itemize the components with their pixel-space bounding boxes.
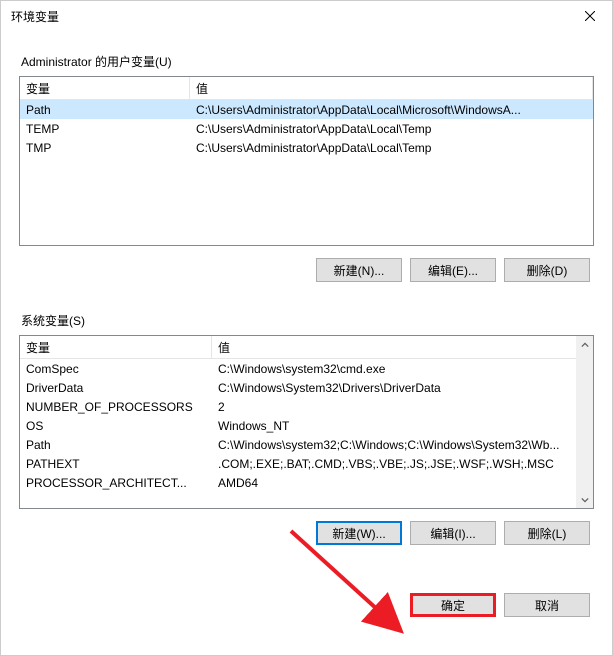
system-edit-button[interactable]: 编辑(I)... (410, 521, 496, 545)
table-row[interactable]: DriverData C:\Windows\System32\Drivers\D… (20, 378, 593, 397)
system-buttons-row: 新建(W)... 编辑(I)... 删除(L) (19, 521, 590, 545)
cell-variable: TEMP (20, 121, 190, 137)
table-row[interactable]: TMP C:\Users\Administrator\AppData\Local… (20, 138, 593, 157)
footer-buttons-row: 确定 取消 (19, 593, 590, 617)
cell-value: C:\Windows\system32\cmd.exe (212, 361, 593, 377)
cell-variable: PROCESSOR_ARCHITECT... (20, 475, 212, 491)
table-row[interactable]: TEMP C:\Users\Administrator\AppData\Loca… (20, 119, 593, 138)
cell-value: C:\Windows\system32;C:\Windows;C:\Window… (212, 437, 593, 453)
cell-variable: TMP (20, 140, 190, 156)
cell-variable: ComSpec (20, 361, 212, 377)
scroll-up-button[interactable] (576, 336, 593, 353)
chevron-down-icon (581, 496, 589, 504)
system-variables-list[interactable]: 变量 值 ComSpec C:\Windows\system32\cmd.exe… (19, 335, 594, 509)
cell-variable: PATHEXT (20, 456, 212, 472)
column-header-variable[interactable]: 变量 (20, 77, 190, 99)
cell-value: 2 (212, 399, 593, 415)
close-button[interactable] (567, 1, 612, 31)
user-new-button[interactable]: 新建(N)... (316, 258, 402, 282)
system-variables-label: 系统变量(S) (21, 312, 594, 329)
cell-variable: NUMBER_OF_PROCESSORS (20, 399, 212, 415)
cell-variable: OS (20, 418, 212, 434)
cell-variable: Path (20, 102, 190, 118)
ok-button[interactable]: 确定 (410, 593, 496, 617)
window-title: 环境变量 (11, 8, 567, 25)
scroll-down-button[interactable] (576, 491, 593, 508)
cell-value: Windows_NT (212, 418, 593, 434)
user-edit-button[interactable]: 编辑(E)... (410, 258, 496, 282)
user-list-header: 变量 值 (20, 77, 593, 100)
environment-variables-dialog: 环境变量 Administrator 的用户变量(U) 变量 值 Path C:… (0, 0, 613, 656)
table-row[interactable]: Path C:\Users\Administrator\AppData\Loca… (20, 100, 593, 119)
cell-value: AMD64 (212, 475, 593, 491)
user-variables-list[interactable]: 变量 值 Path C:\Users\Administrator\AppData… (19, 76, 594, 246)
column-header-value[interactable]: 值 (190, 77, 593, 99)
table-row[interactable]: Path C:\Windows\system32;C:\Windows;C:\W… (20, 435, 593, 454)
titlebar: 环境变量 (1, 1, 612, 31)
table-row[interactable]: ComSpec C:\Windows\system32\cmd.exe (20, 359, 593, 378)
user-list-body: Path C:\Users\Administrator\AppData\Loca… (20, 100, 593, 157)
column-header-variable[interactable]: 变量 (20, 336, 212, 358)
table-row[interactable]: OS Windows_NT (20, 416, 593, 435)
cell-value: C:\Users\Administrator\AppData\Local\Tem… (190, 121, 593, 137)
table-row[interactable]: NUMBER_OF_PROCESSORS 2 (20, 397, 593, 416)
cell-value: C:\Users\Administrator\AppData\Local\Mic… (190, 102, 593, 118)
cell-value: C:\Users\Administrator\AppData\Local\Tem… (190, 140, 593, 156)
system-delete-button[interactable]: 删除(L) (504, 521, 590, 545)
dialog-content: Administrator 的用户变量(U) 变量 值 Path C:\User… (1, 31, 612, 655)
table-row[interactable]: PATHEXT .COM;.EXE;.BAT;.CMD;.VBS;.VBE;.J… (20, 454, 593, 473)
system-list-body: ComSpec C:\Windows\system32\cmd.exe Driv… (20, 359, 593, 492)
chevron-up-icon (581, 341, 589, 349)
column-header-value[interactable]: 值 (212, 336, 593, 358)
scrollbar[interactable] (576, 336, 593, 508)
user-delete-button[interactable]: 删除(D) (504, 258, 590, 282)
close-icon (585, 11, 595, 21)
system-new-button[interactable]: 新建(W)... (316, 521, 402, 545)
cell-variable: DriverData (20, 380, 212, 396)
system-list-header: 变量 值 (20, 336, 593, 359)
cell-value: .COM;.EXE;.BAT;.CMD;.VBS;.VBE;.JS;.JSE;.… (212, 456, 593, 472)
cell-variable: Path (20, 437, 212, 453)
cancel-button[interactable]: 取消 (504, 593, 590, 617)
cell-value: C:\Windows\System32\Drivers\DriverData (212, 380, 593, 396)
user-buttons-row: 新建(N)... 编辑(E)... 删除(D) (19, 258, 590, 282)
user-variables-label: Administrator 的用户变量(U) (21, 53, 594, 70)
table-row[interactable]: PROCESSOR_ARCHITECT... AMD64 (20, 473, 593, 492)
